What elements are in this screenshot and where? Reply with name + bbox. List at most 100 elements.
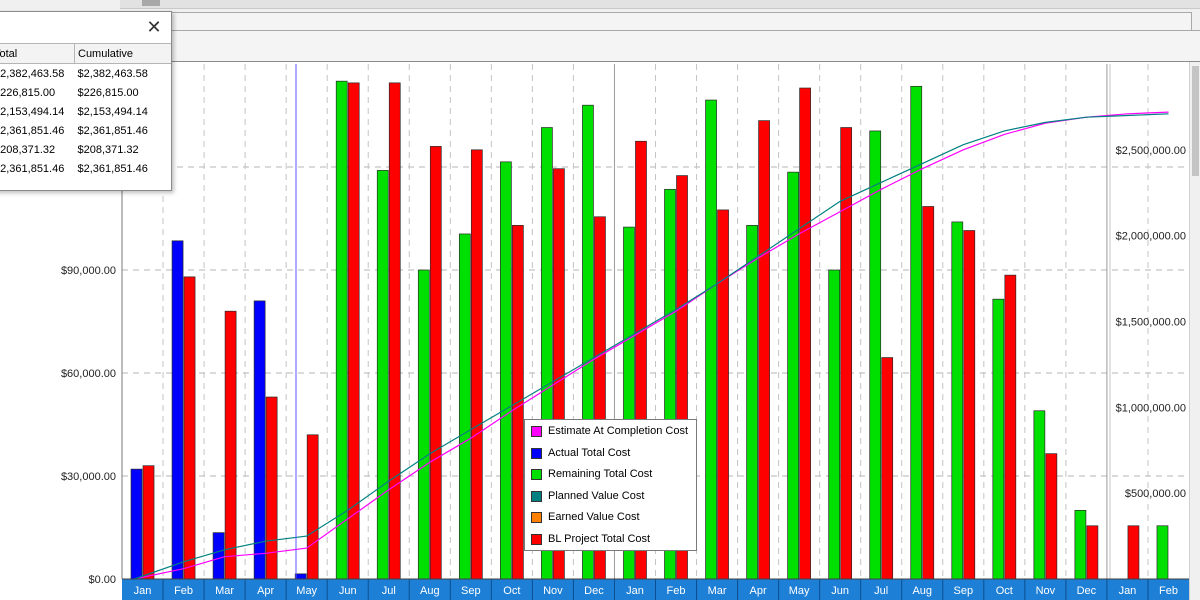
column-header-total: Total [0,43,75,64]
left-axis-tick-label: $30,000.00 [61,471,116,483]
table-row: $2,361,851.46 $2,361,851.46 [0,159,171,178]
bar-bl-project [224,310,237,580]
table-row: $2,153,494.14 $2,153,494.14 [0,102,171,121]
bar-bl-project [922,206,935,580]
x-axis-tick-label: Mar [708,585,727,597]
bar-bl-project [470,149,483,580]
summary-table: Total Cumulative $2,382,463.58 $2,382,463… [0,43,171,178]
right-axis-tick-label: $1,000,000.00 [1116,402,1186,414]
table-row: $226,815.00 $226,815.00 [0,83,171,102]
bar-bl-project [183,276,196,580]
cumulative-cell: $208,371.32 [77,143,139,156]
x-axis-tick-label: Jul [874,585,888,597]
total-cell: $2,382,463.58 [0,67,65,80]
cumulative-cell: $2,382,463.58 [77,67,148,80]
table-row: $2,361,851.46 $2,361,851.46 [0,121,171,140]
right-axis-tick-label: $2,500,000.00 [1116,145,1186,157]
close-icon[interactable]: ✕ [145,18,163,36]
bar-bl-project [1004,274,1017,580]
x-axis-tick-label: Dec [1077,585,1097,597]
x-axis-tick-label: Apr [257,585,274,597]
table-header-row: Total Cumulative [0,43,171,64]
legend-item: Remaining Total Cost [531,467,652,481]
bar-actual [212,532,225,580]
legend-swatch [531,511,542,523]
bar-remaining [376,170,389,580]
x-axis-tick-label: Feb [1159,585,1178,597]
bar-bl-project [388,82,401,580]
legend-item: BL Project Total Cost [531,532,650,546]
bar-bl-project [142,465,155,580]
x-axis-tick-label: Sep [461,585,481,597]
legend-swatch [531,447,542,459]
legend-label: Estimate At Completion Cost [548,425,689,438]
x-axis-tick-label: Jun [339,585,357,597]
bar-remaining [458,233,471,580]
bar-bl-project [429,146,442,580]
bar-remaining [951,221,964,580]
bar-remaining [1074,509,1087,580]
right-axis-tick-label: $500,000.00 [1125,488,1186,500]
bar-remaining [500,161,512,580]
legend-swatch [531,425,542,437]
bar-bl-project [758,120,770,580]
x-axis-tick-label: May [296,585,317,597]
bar-remaining [1033,410,1046,580]
x-axis-tick-label: Oct [503,585,520,597]
legend-item: Planned Value Cost [531,489,644,503]
bar-bl-project [347,82,360,580]
legend-item: Estimate At Completion Cost [531,424,688,438]
legend-item: Earned Value Cost [531,510,640,524]
total-cell: $2,361,851.46 [0,162,65,175]
x-axis-tick-label: Nov [543,585,563,597]
x-axis-tick-label: Apr [750,585,767,597]
x-axis-tick-label: Jul [382,585,396,597]
bar-bl-project [1127,525,1140,580]
x-axis-tick-label: Jan [134,585,152,597]
bar-actual [171,240,184,580]
total-cell: $208,371.32 [0,143,56,156]
left-axis-tick-label: $0.00 [88,574,116,586]
right-axis-tick-label: $1,500,000.00 [1116,317,1186,329]
total-cell: $226,815.00 [0,86,56,99]
x-axis-tick-label: Jan [1119,585,1137,597]
cumulative-cell: $2,361,851.46 [77,124,148,137]
legend-swatch [531,490,542,502]
chart-legend: Estimate At Completion Cost Actual Total… [524,419,697,551]
bar-remaining [869,130,882,580]
total-cell: $2,153,494.14 [0,105,65,118]
bar-remaining [992,298,1005,580]
bar-bl-project [799,87,811,580]
bar-actual [294,573,307,580]
legend-label: BL Project Total Cost [548,533,651,546]
x-axis-tick-label: Feb [667,585,686,597]
x-axis-tick-label: Jan [626,585,644,597]
bar-bl-project [1086,525,1099,580]
x-axis-tick-label: Aug [912,585,932,597]
vertical-scrollbar[interactable] [1189,62,1200,600]
bar-remaining [1156,525,1169,580]
bar-actual [253,300,266,580]
bar-remaining [417,269,430,580]
x-axis-tick-label: Sep [953,585,973,597]
table-row: $208,371.32 $208,371.32 [0,140,171,159]
x-axis-tick-label: Nov [1036,585,1056,597]
scrollbar-thumb[interactable] [1192,66,1199,176]
bar-remaining [746,225,758,580]
left-axis-tick-label: $60,000.00 [61,368,116,380]
x-axis-tick-label: Dec [584,585,604,597]
legend-item: Actual Total Cost [531,446,630,460]
cumulative-cell: $226,815.00 [77,86,139,99]
bar-bl-project [881,357,894,580]
x-axis-tick-label: Oct [996,585,1013,597]
legend-label: Planned Value Cost [548,490,645,503]
x-axis-tick-label: Aug [420,585,440,597]
legend-label: Remaining Total Cost [548,468,653,481]
bar-bl-project [840,127,853,580]
legend-swatch [531,533,542,545]
bar-bl-project [1045,453,1058,580]
cost-summary-popup: ✕ Total Cumulative $2,382,463.58 $2,382,4… [0,11,172,191]
bar-remaining [910,85,923,580]
cumulative-cell: $2,361,851.46 [77,162,148,175]
x-axis-tick-label: Mar [215,585,234,597]
